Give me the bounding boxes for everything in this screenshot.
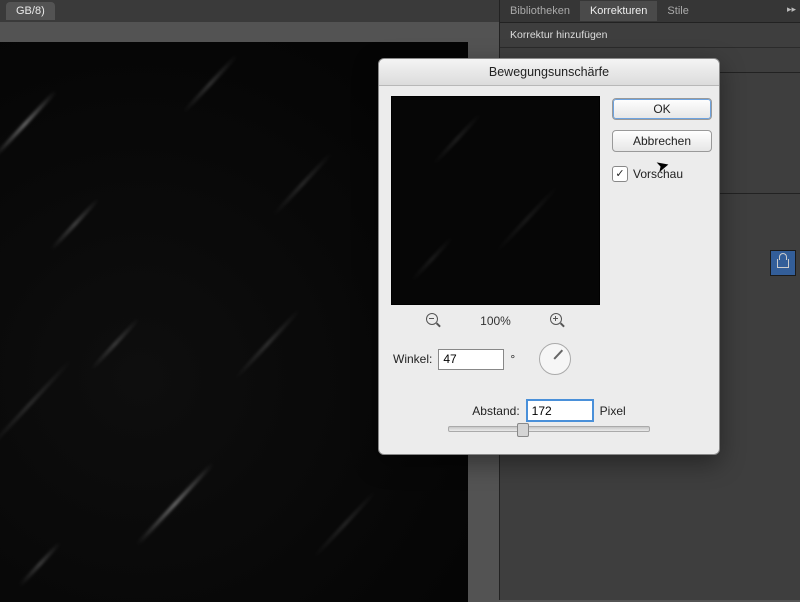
lock-icon [777, 259, 789, 268]
panel-subtitle: Korrektur hinzufügen [500, 23, 800, 48]
ok-button[interactable]: OK [612, 98, 712, 120]
motion-blur-dialog: Bewegungsunschärfe 100% Winkel: ° OK Ab [378, 58, 720, 455]
slider-thumb[interactable] [517, 423, 529, 437]
document-tab-label: GB/8) [16, 5, 45, 17]
preview-checkbox[interactable]: ✓ [612, 166, 628, 182]
tab-bibliotheken[interactable]: Bibliotheken [500, 1, 580, 21]
distance-field[interactable] [526, 399, 594, 422]
panel-tabs: Bibliotheken Korrekturen Stile [500, 0, 800, 23]
dialog-title: Bewegungsunschärfe [379, 59, 719, 86]
distance-unit: Pixel [600, 404, 626, 418]
cancel-button[interactable]: Abbrechen [612, 130, 712, 152]
tab-stile[interactable]: Stile [657, 1, 698, 21]
filter-preview[interactable] [391, 96, 600, 305]
angle-dial[interactable] [539, 343, 571, 375]
angle-label: Winkel: [393, 352, 432, 366]
distance-label: Abstand: [472, 404, 519, 418]
angle-unit: ° [510, 352, 515, 366]
panel-menu-icon[interactable]: ▸▸ [787, 4, 796, 15]
zoom-in-button[interactable] [550, 313, 566, 329]
tab-korrekturen[interactable]: Korrekturen [580, 1, 657, 21]
zoom-out-button[interactable] [426, 313, 442, 329]
zoom-level: 100% [472, 314, 520, 328]
angle-field[interactable] [438, 349, 504, 370]
distance-slider[interactable] [448, 426, 650, 432]
document-tab[interactable]: GB/8) [6, 2, 55, 20]
lock-layer-button[interactable] [770, 250, 796, 276]
